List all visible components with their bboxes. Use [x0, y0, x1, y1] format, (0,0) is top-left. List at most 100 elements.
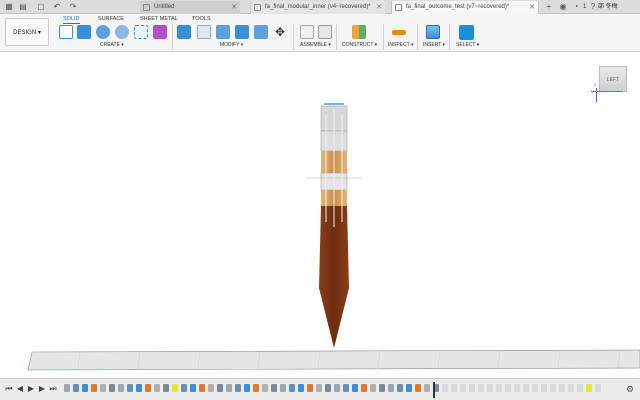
extrude-icon[interactable] [77, 25, 91, 39]
close-icon[interactable]: ✕ [231, 1, 237, 14]
timeline-feature-icon[interactable] [442, 384, 448, 392]
inspect-menu[interactable]: INSPECT ▾ [388, 42, 413, 49]
timeline-feature-icon[interactable] [262, 384, 268, 392]
select-icon[interactable] [459, 25, 474, 40]
save-icon[interactable]: ▢ [36, 2, 46, 12]
timeline-feature-icon[interactable] [496, 384, 502, 392]
timeline-feature-icon[interactable] [271, 384, 277, 392]
timeline-feature-icon[interactable] [505, 384, 511, 392]
timeline-feature-icon[interactable] [424, 384, 430, 392]
timeline-feature-icon[interactable] [514, 384, 520, 392]
timeline-feature-icon[interactable] [190, 384, 196, 392]
timeline-feature-icon[interactable] [289, 384, 295, 392]
timeline-feature-icon[interactable] [388, 384, 394, 392]
timeline-feature-icon[interactable] [82, 384, 88, 392]
go-to-start-icon[interactable]: ⏮ [4, 384, 14, 394]
timeline-feature-icon[interactable] [199, 384, 205, 392]
user-name[interactable]: 邵 冬梅 [598, 2, 618, 12]
timeline-feature-icon[interactable] [154, 384, 160, 392]
tab-surface[interactable]: SURFACE [98, 15, 124, 23]
timeline-feature-icon[interactable] [550, 384, 556, 392]
revolve-icon[interactable] [96, 25, 110, 39]
insert-image-icon[interactable] [426, 25, 440, 39]
timeline-feature-icon[interactable] [109, 384, 115, 392]
profile-icon[interactable]: ◔ [571, 2, 581, 12]
help-icon[interactable]: ? [588, 2, 598, 12]
timeline-feature-icon[interactable] [298, 384, 304, 392]
close-icon[interactable]: ✕ [376, 1, 382, 14]
redo-icon[interactable]: ↷ [68, 2, 78, 12]
pattern-icon[interactable] [134, 25, 148, 39]
timeline-feature-icon[interactable] [451, 384, 457, 392]
timeline-feature-icon[interactable] [280, 384, 286, 392]
hole-icon[interactable] [115, 25, 129, 39]
tab-sheet-metal[interactable]: SHEET METAL [140, 15, 178, 23]
timeline-feature-icon[interactable] [343, 384, 349, 392]
timeline-feature-icon[interactable] [370, 384, 376, 392]
timeline-feature-icon[interactable] [100, 384, 106, 392]
viewport[interactable] [0, 52, 640, 378]
go-to-end-icon[interactable]: ⏭ [48, 384, 58, 394]
timeline-feature-icon[interactable] [532, 384, 538, 392]
timeline-feature-icon[interactable] [136, 384, 142, 392]
timeline-feature-icon[interactable] [217, 384, 223, 392]
timeline-feature-icon[interactable] [91, 384, 97, 392]
joint-icon[interactable] [318, 25, 332, 39]
timeline-feature-icon[interactable] [487, 384, 493, 392]
insert-menu[interactable]: INSERT ▾ [423, 42, 445, 49]
timeline-feature-icon[interactable] [127, 384, 133, 392]
timeline-feature-icon[interactable] [145, 384, 151, 392]
create-sketch-icon[interactable] [59, 25, 73, 39]
timeline-feature-icon[interactable] [469, 384, 475, 392]
add-tab-icon[interactable]: + [544, 2, 554, 12]
offset-plane-icon[interactable] [352, 25, 366, 39]
timeline-feature-icon[interactable] [361, 384, 367, 392]
timeline-feature-icon[interactable] [568, 384, 574, 392]
timeline-feature-icon[interactable] [226, 384, 232, 392]
timeline-feature-icon[interactable] [523, 384, 529, 392]
timeline-feature-icon[interactable] [208, 384, 214, 392]
timeline-feature-icon[interactable] [352, 384, 358, 392]
timeline-feature-icon[interactable] [397, 384, 403, 392]
select-menu[interactable]: SELECT ▾ [456, 42, 479, 49]
tab-solid[interactable]: SOLID [63, 15, 80, 24]
timeline-feature-icon[interactable] [577, 384, 583, 392]
step-forward-icon[interactable]: ▶ [37, 384, 47, 394]
press-pull-icon[interactable] [177, 25, 191, 39]
measure-icon[interactable] [392, 30, 406, 35]
tab-tools[interactable]: TOOLS [192, 15, 211, 23]
new-component-icon[interactable] [300, 25, 314, 39]
tab-outcome-test[interactable]: fa_final_outcome_test (v7~recovered)* ✕ [391, 1, 539, 14]
timeline-feature-icon[interactable] [163, 384, 169, 392]
settings-icon[interactable]: ⚙ [626, 384, 636, 394]
timeline-feature-icon[interactable] [559, 384, 565, 392]
tab-modular-inner[interactable]: fa_final_modular_inner (v4~recovered)* ✕ [250, 1, 385, 14]
design-workspace-button[interactable]: DESIGN ▾ [5, 18, 49, 46]
timeline-feature-icon[interactable] [379, 384, 385, 392]
apps-grid-icon[interactable]: ▦ [4, 2, 14, 12]
notification-count[interactable]: 1 [583, 2, 586, 12]
modify-menu[interactable]: MODIFY ▾ [220, 42, 243, 49]
view-cube[interactable]: LEFT [599, 66, 627, 92]
construct-menu[interactable]: CONSTRUCT ▾ [342, 42, 377, 49]
timeline-feature-icon[interactable] [244, 384, 250, 392]
timeline-feature-icon[interactable] [73, 384, 79, 392]
fillet-icon[interactable] [197, 25, 211, 39]
timeline-feature-icon[interactable] [172, 384, 178, 392]
timeline-feature-icon[interactable] [316, 384, 322, 392]
timeline-feature-icon[interactable] [415, 384, 421, 392]
tab-untitled[interactable]: Untitled ✕ [140, 1, 240, 14]
extensions-icon[interactable]: ◉ [558, 2, 568, 12]
timeline-feature-icon[interactable] [478, 384, 484, 392]
close-icon[interactable]: ✕ [529, 1, 535, 14]
timeline-feature-icon[interactable] [64, 384, 70, 392]
timeline-feature-icon[interactable] [118, 384, 124, 392]
timeline-feature-icon[interactable] [586, 384, 592, 392]
timeline-feature-icon[interactable] [334, 384, 340, 392]
document-icon[interactable]: ▤ [18, 2, 28, 12]
undo-icon[interactable]: ↶ [52, 2, 62, 12]
combine-icon[interactable] [235, 25, 249, 39]
step-back-icon[interactable]: ◀ [15, 384, 25, 394]
timeline-feature-icon[interactable] [460, 384, 466, 392]
timeline-marker[interactable] [433, 382, 435, 398]
